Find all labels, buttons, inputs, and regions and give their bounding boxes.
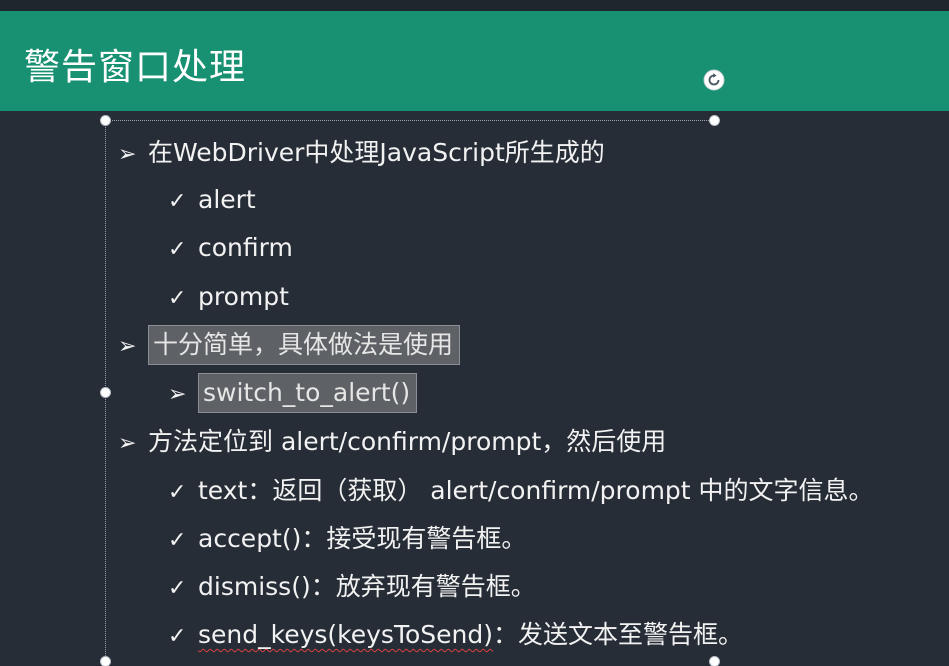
sub-item: ✓ accept()：接受现有警告框。 — [168, 522, 526, 556]
spellcheck-underlined-code: send_keys(keysToSend) — [198, 620, 493, 649]
check-bullet-icon: ✓ — [168, 528, 187, 553]
check-bullet-icon: ✓ — [168, 189, 187, 214]
text-box[interactable]: ➢ 在WebDriver中处理JavaScript所生成的 ✓ alert ✓ con… — [0, 0, 949, 666]
sub-item: ✓ send_keys(keysToSend)：发送文本至警告框。 — [168, 618, 743, 652]
highlighted-text[interactable]: 十分简单，具体做法是使用 — [148, 325, 461, 365]
check-bullet-icon: ✓ — [168, 576, 187, 601]
check-bullet-icon: ✓ — [168, 624, 187, 649]
bullet-item: ➢ 在WebDriver中处理JavaScript所生成的 — [118, 136, 605, 170]
sub-item-text: dismiss()：放弃现有警告框。 — [198, 572, 536, 601]
sub-item: ✓ prompt — [168, 280, 289, 314]
sub-item-text: accept()：接受现有警告框。 — [198, 524, 527, 553]
sub-item-text: ：发送文本至警告框。 — [492, 620, 743, 649]
sub-item: ✓ dismiss()：放弃现有警告框。 — [168, 570, 536, 604]
sub-item: ✓ confirm — [168, 231, 293, 265]
bullet-text: 方法定位到 alert/confirm/prompt，然后使用 — [148, 427, 667, 456]
bullet-item: ➢ 方法定位到 alert/confirm/prompt，然后使用 — [118, 425, 666, 459]
sub-item-text: prompt — [198, 282, 289, 311]
slide: 警告窗口处理 ➢ 在WebDriver中处理JavaScript所生成的 ✓ ale… — [0, 0, 949, 666]
sub-item: ✓ alert — [168, 183, 256, 217]
bullet-item: ➢ 十分简单，具体做法是使用 — [118, 325, 461, 365]
check-bullet-icon: ✓ — [168, 480, 187, 505]
bullet-text: 在WebDriver中处理JavaScript所生成的 — [148, 138, 605, 167]
sub-item-text: text：返回（获取） alert/confirm/prompt 中的文字信息。 — [198, 476, 874, 505]
sub-item-text: alert — [198, 185, 256, 214]
sub-item: ✓ text：返回（获取） alert/confirm/prompt 中的文字信息… — [168, 474, 874, 508]
arrow-bullet-icon: ➢ — [168, 382, 187, 407]
arrow-bullet-icon: ➢ — [118, 142, 137, 167]
check-bullet-icon: ✓ — [168, 286, 187, 311]
sub-item: ➢ switch_to_alert() — [168, 373, 418, 413]
arrow-bullet-icon: ➢ — [118, 334, 137, 359]
arrow-bullet-icon: ➢ — [118, 431, 137, 456]
check-bullet-icon: ✓ — [168, 237, 187, 262]
highlighted-code[interactable]: switch_to_alert() — [198, 373, 418, 413]
sub-item-text: confirm — [198, 233, 293, 262]
